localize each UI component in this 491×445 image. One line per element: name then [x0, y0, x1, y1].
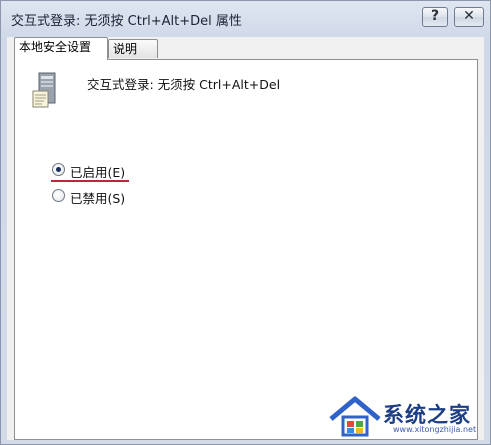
enabled-label: 已启用(E): [70, 165, 126, 180]
house-logo-icon: [329, 396, 381, 437]
policy-name: 交互式登录: 无须按 Ctrl+Alt+Del: [87, 77, 281, 92]
tab-panel: 交互式登录: 无须按 Ctrl+Alt+Del 已启用(E) 已禁用(S): [14, 59, 478, 440]
enabled-radio[interactable]: [52, 163, 65, 176]
close-button[interactable]: ✕: [454, 7, 484, 27]
server-computer-icon: [32, 72, 56, 108]
properties-dialog: 交互式登录: 无须按 Ctrl+Alt+Del 属性 ? ✕ 本地安全设置 说明…: [0, 0, 491, 445]
help-button[interactable]: ?: [422, 7, 448, 27]
disabled-radio[interactable]: [52, 189, 65, 202]
tab-explain[interactable]: 说明: [108, 39, 158, 58]
dialog-content: 本地安全设置 说明 交互式登录: 无须按 Ctrl+Alt+Del 已启用(E): [7, 37, 484, 440]
highlight-underline: [51, 180, 129, 182]
disabled-label: 已禁用(S): [70, 191, 126, 206]
tab-local-security-setting[interactable]: 本地安全设置: [14, 37, 108, 60]
title-bar: 交互式登录: 无须按 Ctrl+Alt+Del 属性 ? ✕: [1, 1, 490, 35]
site-watermark: 系统之家 www.xitongzhijia.net: [321, 385, 489, 443]
watermark-url: www.xitongzhijia.net: [393, 425, 477, 434]
window-title: 交互式登录: 无须按 Ctrl+Alt+Del 属性: [11, 14, 242, 29]
